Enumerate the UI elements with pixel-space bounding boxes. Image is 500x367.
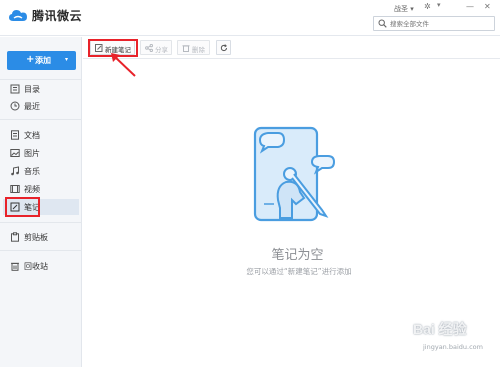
- empty-state-title: 笔记为空: [271, 248, 324, 263]
- sidebar-item-music[interactable]: 音乐: [3, 163, 79, 179]
- sidebar-item-catalog[interactable]: 目录: [3, 81, 79, 97]
- sidebar-item-recent[interactable]: 最近: [3, 98, 79, 114]
- watermark-url: jingyan.baidu.com: [423, 343, 483, 351]
- sidebar-item-images[interactable]: 图片: [3, 145, 79, 161]
- sidebar-item-label: 图片: [24, 149, 40, 158]
- share-button[interactable]: 分享: [140, 40, 172, 55]
- search-box[interactable]: [373, 16, 495, 31]
- search-input[interactable]: [390, 18, 492, 29]
- user-menu[interactable]: 战圣 ▾: [394, 4, 414, 14]
- add-button-label: 添加: [35, 56, 51, 65]
- empty-notes-illustration: [253, 126, 336, 222]
- catalog-icon: [10, 84, 20, 94]
- delete-label: 删除: [192, 46, 205, 54]
- sidebar-item-clipboard[interactable]: 剪贴板: [3, 229, 79, 245]
- add-button[interactable]: + 添加 ▾: [7, 51, 76, 70]
- baidu-jingyan-watermark: Bai 经验 jingyan.baidu.com: [405, 315, 495, 363]
- close-icon[interactable]: ✕: [484, 2, 491, 11]
- video-icon: [10, 185, 20, 193]
- image-icon: [10, 149, 20, 157]
- minimize-icon[interactable]: —: [466, 2, 474, 11]
- sidebar-item-label: 目录: [24, 85, 40, 94]
- sidebar-item-label: 音乐: [24, 167, 40, 176]
- refresh-icon: [220, 44, 227, 52]
- sidebar-divider: [0, 119, 82, 120]
- share-icon: [145, 44, 153, 52]
- gear-icon[interactable]: ✲: [424, 2, 431, 11]
- trash-icon: [182, 45, 190, 52]
- delete-button[interactable]: 删除: [177, 40, 210, 55]
- music-icon: [11, 166, 19, 176]
- trash-icon: [11, 262, 19, 271]
- sidebar-item-label: 文档: [24, 131, 40, 140]
- sidebar-item-recycle-bin[interactable]: 回收站: [3, 258, 79, 274]
- sidebar-item-label: 剪贴板: [24, 233, 48, 242]
- title-bar: 腾讯微云 战圣 ▾ ✲ ▾ — ✕: [0, 0, 500, 36]
- notes-highlight-box: [5, 197, 40, 217]
- weiyun-logo-icon: [9, 10, 27, 21]
- sidebar-divider: [0, 79, 82, 80]
- empty-state-subtitle: 您可以通过“新建笔记”进行添加: [246, 267, 352, 276]
- share-label: 分享: [155, 46, 168, 54]
- sidebar: + 添加 ▾ 目录 最近 文档 图片 音乐 视频 笔记 剪贴板 回收站: [0, 37, 82, 367]
- sidebar-divider: [0, 222, 82, 223]
- toolbar: 新建笔记 分享 删除: [83, 37, 500, 59]
- settings-caret-icon[interactable]: ▾: [437, 1, 441, 9]
- plus-icon: +: [26, 54, 35, 65]
- watermark-brand: Bai 经验: [413, 321, 467, 337]
- sidebar-item-video[interactable]: 视频: [3, 181, 79, 197]
- clipboard-icon: [11, 232, 19, 242]
- sidebar-item-label: 回收站: [24, 262, 48, 271]
- search-icon: [378, 19, 387, 28]
- sidebar-item-label: 视频: [24, 185, 40, 194]
- app-window: 腾讯微云 战圣 ▾ ✲ ▾ — ✕ + 添加 ▾ 目录: [0, 0, 500, 367]
- refresh-button[interactable]: [216, 40, 231, 55]
- sidebar-item-label: 最近: [24, 102, 40, 111]
- app-title: 腾讯微云: [32, 9, 83, 23]
- chevron-down-icon: ▾: [65, 56, 69, 63]
- pointer-arrow: [111, 53, 136, 77]
- sidebar-divider: [0, 250, 82, 251]
- document-icon: [11, 130, 19, 140]
- sidebar-item-documents[interactable]: 文档: [3, 127, 79, 143]
- clock-icon: [10, 101, 20, 111]
